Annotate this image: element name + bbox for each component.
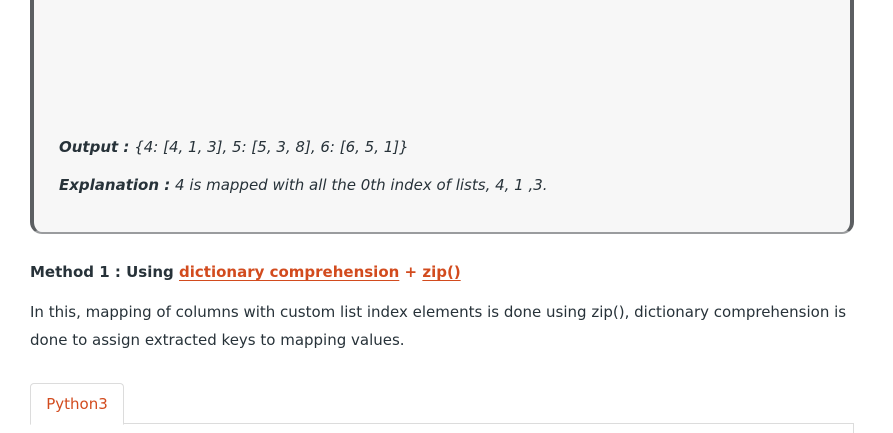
output-value: {4: [4, 1, 3], 5: [5, 3, 8], 6: [6, 5, 1…	[134, 138, 409, 156]
example-box: Output : {4: [4, 1, 3], 5: [5, 3, 8], 6:…	[30, 0, 854, 234]
output-label: Output :	[59, 138, 130, 156]
explanation-label: Explanation :	[59, 176, 171, 194]
method-heading-prefix: Method 1 : Using	[30, 263, 174, 281]
dictionary-comprehension-link[interactable]: dictionary comprehension	[179, 263, 399, 281]
zip-link[interactable]: zip()	[422, 263, 460, 281]
tab-python3[interactable]: Python3	[30, 383, 124, 425]
output-line: Output : {4: [4, 1, 3], 5: [5, 3, 8], 6:…	[59, 138, 409, 156]
method-description: In this, mapping of columns with custom …	[30, 303, 847, 349]
explanation-value: 4 is mapped with all the 0th index of li…	[175, 176, 548, 194]
code-tabs-bar	[30, 423, 854, 433]
explanation-line: Explanation : 4 is mapped with all the 0…	[59, 176, 548, 194]
method-heading: Method 1 : Using dictionary comprehensio…	[30, 263, 461, 281]
method-plus: +	[404, 263, 418, 281]
